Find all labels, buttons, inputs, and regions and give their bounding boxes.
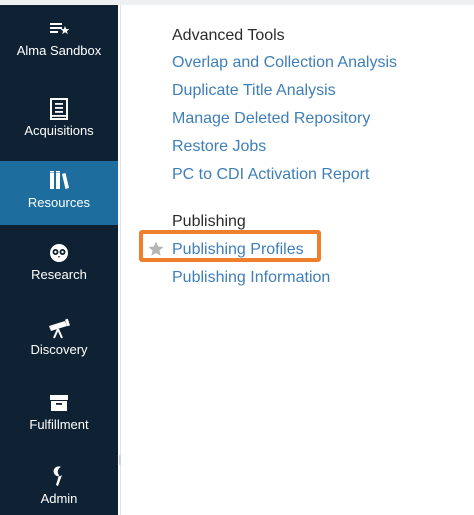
favorite-star-icon[interactable] [147,240,165,258]
link-restore-jobs[interactable]: Restore Jobs [172,137,266,157]
box-icon [47,391,71,415]
sidebar-item-label: Resources [27,195,91,210]
sidebar-item-label: Acquisitions [24,123,94,138]
link-overlap-collection-analysis[interactable]: Overlap and Collection Analysis [172,53,397,73]
sidebar-item-label: Alma Sandbox [16,43,102,58]
sidebar-item-label: Discovery [30,342,88,357]
link-publishing-profiles[interactable]: Publishing Profiles [172,240,304,260]
section-heading-advanced-tools: Advanced Tools [172,27,285,44]
link-manage-deleted-repository[interactable]: Manage Deleted Repository [172,109,370,129]
menu-panel: Advanced Tools Overlap and Collection An… [121,5,474,515]
link-publishing-information[interactable]: Publishing Information [172,268,330,288]
sidebar-item-admin[interactable]: Admin [0,457,118,515]
main-sidebar: Alma Sandbox Acquisitions Resources Rese… [0,5,118,515]
sidebar-item-label: Research [31,267,87,282]
ledger-icon [47,97,71,121]
sidebar-item-label: Admin [40,491,78,506]
owl-icon [47,241,71,265]
menu-star-icon [47,17,71,41]
sidebar-item-acquisitions[interactable]: Acquisitions [0,89,118,157]
link-pc-to-cdi-activation-report[interactable]: PC to CDI Activation Report [172,165,369,185]
sidebar-item-research[interactable]: Research [0,233,118,301]
sidebar-item-fulfillment[interactable]: Fulfillment [0,383,118,451]
section-heading-publishing: Publishing [172,213,246,230]
sidebar-item-label: Fulfillment [29,417,89,432]
books-icon [47,169,71,193]
sidebar-item-alma-sandbox[interactable]: Alma Sandbox [0,9,118,77]
sidebar-item-discovery[interactable]: Discovery [0,308,118,376]
sidebar-item-resources[interactable]: Resources [0,161,118,225]
wrench-icon [47,465,71,489]
telescope-icon [47,316,71,340]
link-duplicate-title-analysis[interactable]: Duplicate Title Analysis [172,81,336,101]
